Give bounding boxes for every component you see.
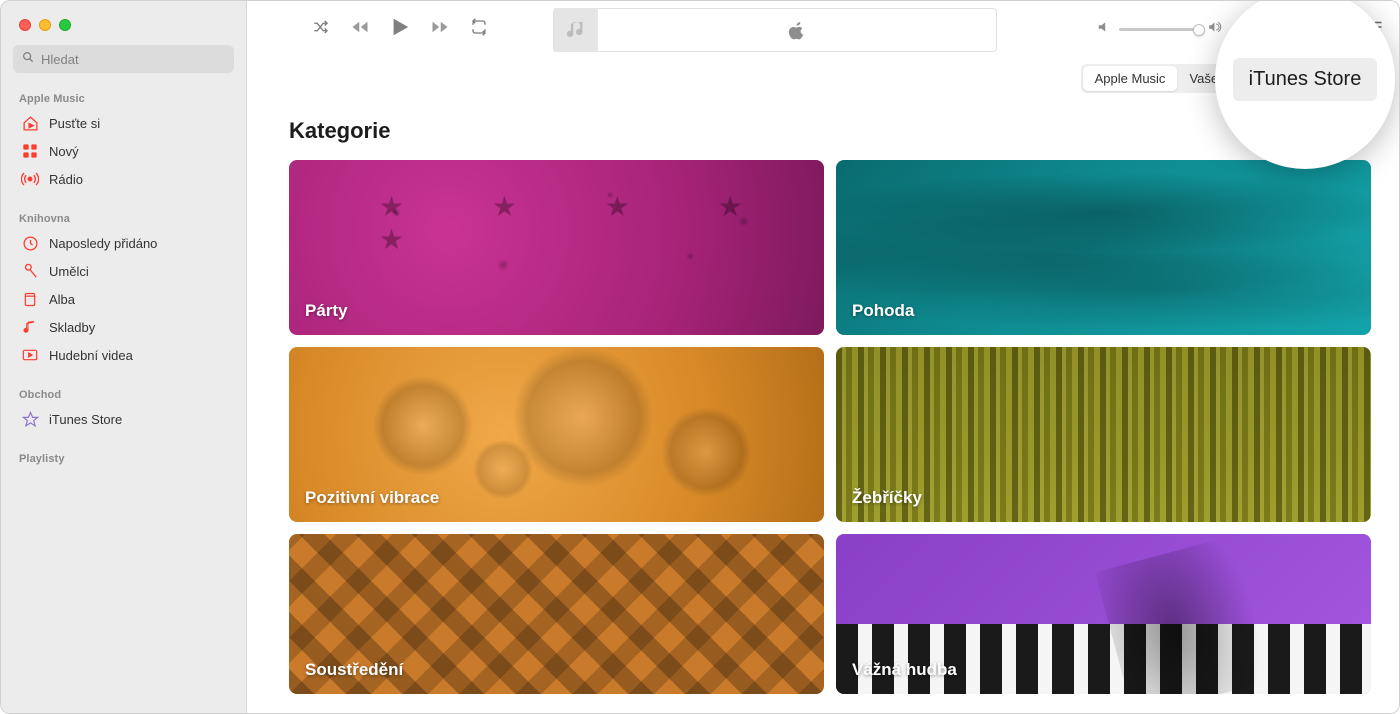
sidebar-item-label: Naposledy přidáno xyxy=(49,236,157,251)
sidebar-item-music-videos[interactable]: Hudební videa xyxy=(13,341,234,369)
sidebar-heading-apple-music: Apple Music xyxy=(13,87,234,109)
repeat-button[interactable] xyxy=(469,18,489,41)
window-controls xyxy=(1,1,246,45)
volume-high-icon xyxy=(1207,20,1223,39)
sidebar-heading-library: Knihovna xyxy=(13,207,234,229)
volume-low-icon xyxy=(1097,20,1111,39)
category-tile-classical[interactable]: Vážná hudba xyxy=(836,534,1371,694)
sidebar-item-label: iTunes Store xyxy=(49,412,122,427)
tile-label: Soustředění xyxy=(305,660,403,680)
sidebar-item-label: Nový xyxy=(49,144,79,159)
section-heading-categories: Kategorie xyxy=(289,118,1371,144)
sidebar-item-label: Umělci xyxy=(49,264,89,279)
tile-label: Vážná hudba xyxy=(852,660,957,680)
sidebar-heading-playlists: Playlisty xyxy=(13,447,234,469)
video-icon xyxy=(21,346,39,364)
album-icon xyxy=(21,290,39,308)
star-icon xyxy=(21,410,39,428)
category-tile-vibes[interactable]: Pozitivní vibrace xyxy=(289,347,824,522)
sidebar-item-radio[interactable]: Rádio xyxy=(13,165,234,193)
app-window: Apple Music Pusťte si Nový Rádio Knihovn… xyxy=(0,0,1400,714)
apple-logo-icon xyxy=(598,20,996,40)
sidebar-item-label: Skladby xyxy=(49,320,95,335)
category-tile-chill[interactable]: Pohoda xyxy=(836,160,1371,335)
sidebar-item-artists[interactable]: Umělci xyxy=(13,257,234,285)
sidebar-item-label: Pusťte si xyxy=(49,116,100,131)
player-controls xyxy=(311,15,489,44)
next-button[interactable] xyxy=(429,18,451,41)
close-window-button[interactable] xyxy=(19,19,31,31)
sidebar-item-label: Alba xyxy=(49,292,75,307)
tile-label: Žebříčky xyxy=(852,488,922,508)
radio-icon xyxy=(21,170,39,188)
volume-thumb[interactable] xyxy=(1193,24,1205,36)
category-tile-focus[interactable]: Soustředění xyxy=(289,534,824,694)
search-input[interactable] xyxy=(41,52,226,67)
sidebar-item-label: Rádio xyxy=(49,172,83,187)
note-icon xyxy=(21,318,39,336)
sidebar-item-itunes-store[interactable]: iTunes Store xyxy=(13,405,234,433)
volume-slider[interactable] xyxy=(1119,28,1199,31)
category-grid: Párty Pohoda Pozitivní vibrace Žebříčky … xyxy=(289,160,1371,694)
now-playing-display[interactable] xyxy=(553,8,997,52)
sidebar-item-songs[interactable]: Skladby xyxy=(13,313,234,341)
shuffle-button[interactable] xyxy=(311,18,331,41)
sidebar-item-label: Hudební videa xyxy=(49,348,133,363)
mic-icon xyxy=(21,262,39,280)
tile-label: Párty xyxy=(305,301,348,321)
play-home-icon xyxy=(21,114,39,132)
search-field[interactable] xyxy=(13,45,234,73)
clock-icon xyxy=(21,234,39,252)
sidebar-item-listen-now[interactable]: Pusťte si xyxy=(13,109,234,137)
fullscreen-window-button[interactable] xyxy=(59,19,71,31)
volume-control[interactable] xyxy=(1097,20,1223,39)
tile-label: Pohoda xyxy=(852,301,914,321)
segment-apple-music[interactable]: Apple Music xyxy=(1083,66,1178,91)
search-icon xyxy=(21,50,35,69)
category-tile-party[interactable]: Párty xyxy=(289,160,824,335)
main-content: Apple Music Vaše knihovna iTunes Store K… xyxy=(247,1,1399,713)
sidebar: Apple Music Pusťte si Nový Rádio Knihovn… xyxy=(1,1,247,713)
content-area: Kategorie Párty Pohoda Pozitivní vibrace… xyxy=(247,58,1399,694)
sidebar-heading-store: Obchod xyxy=(13,383,234,405)
sidebar-item-recently-added[interactable]: Naposledy přidáno xyxy=(13,229,234,257)
callout-label: iTunes Store xyxy=(1233,58,1378,101)
sidebar-item-albums[interactable]: Alba xyxy=(13,285,234,313)
previous-button[interactable] xyxy=(349,18,371,41)
minimize-window-button[interactable] xyxy=(39,19,51,31)
category-tile-charts[interactable]: Žebříčky xyxy=(836,347,1371,522)
grid-icon xyxy=(21,142,39,160)
tile-label: Pozitivní vibrace xyxy=(305,488,439,508)
album-art-placeholder xyxy=(554,8,598,52)
play-button[interactable] xyxy=(389,15,411,44)
sidebar-item-new[interactable]: Nový xyxy=(13,137,234,165)
